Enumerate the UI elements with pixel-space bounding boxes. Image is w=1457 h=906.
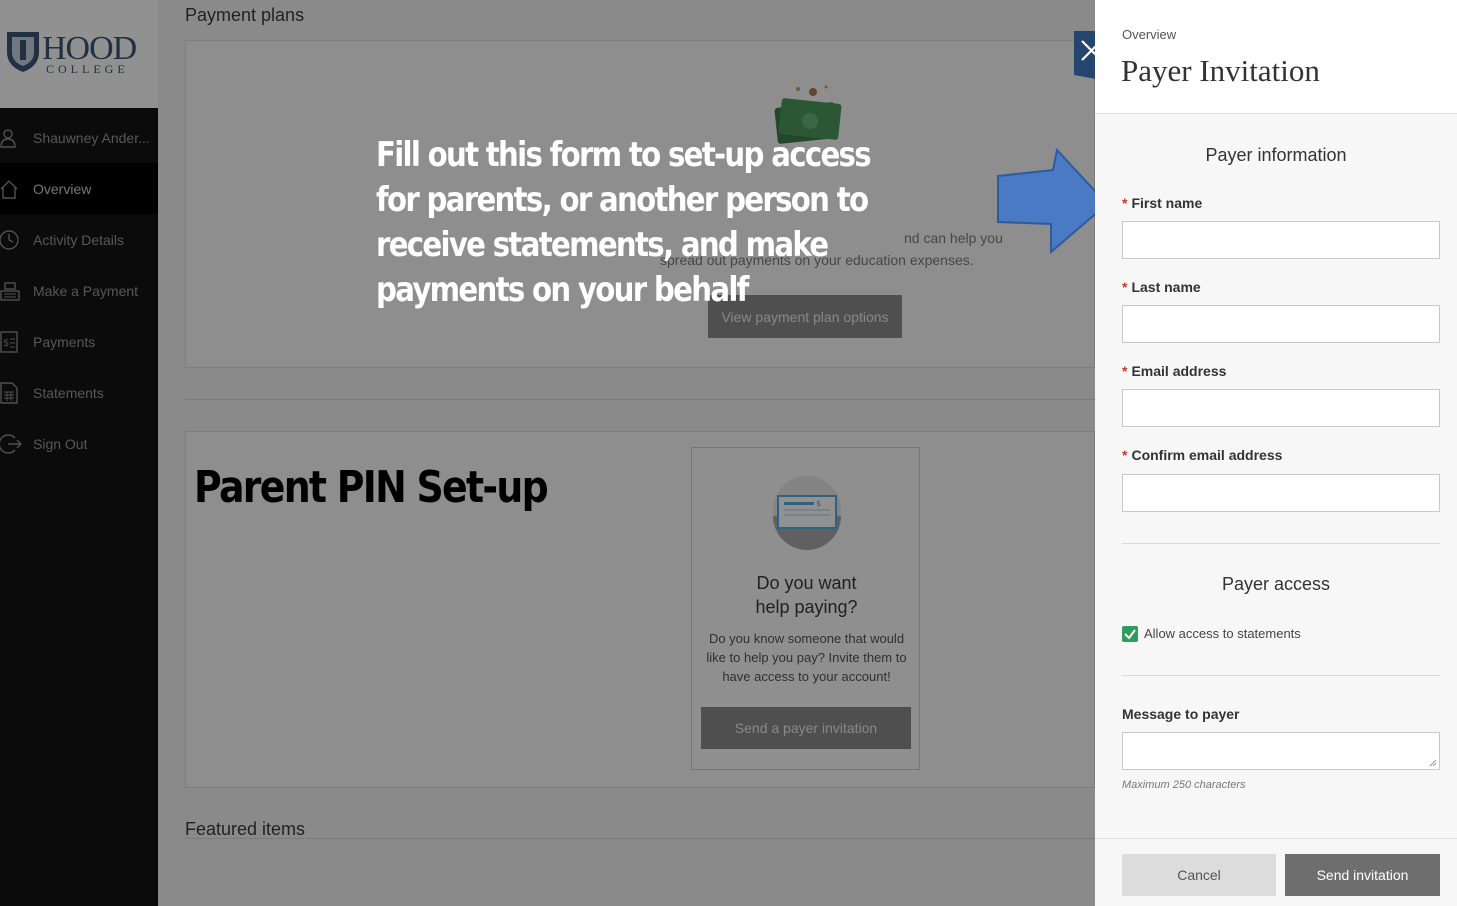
first-name-label: * First name: [1122, 195, 1202, 211]
first-name-field[interactable]: [1122, 221, 1440, 259]
first-name-label-text: First name: [1131, 195, 1203, 211]
resize-handle-icon[interactable]: [1429, 759, 1437, 767]
confirm-email-field[interactable]: [1122, 474, 1440, 512]
last-name-label: * Last name: [1122, 279, 1201, 295]
required-mark: *: [1122, 363, 1128, 379]
page-title: Payer Invitation: [1121, 53, 1320, 88]
breadcrumb[interactable]: Overview: [1122, 27, 1176, 42]
panel-header: Overview Payer Invitation: [1095, 0, 1457, 114]
required-mark: *: [1122, 195, 1128, 211]
email-field[interactable]: [1122, 389, 1440, 427]
message-textarea[interactable]: [1122, 732, 1440, 770]
send-invitation-button[interactable]: Send invitation: [1285, 854, 1440, 896]
last-name-field[interactable]: [1122, 305, 1440, 343]
last-name-label-text: Last name: [1131, 279, 1201, 295]
message-hint: Maximum 250 characters: [1122, 779, 1246, 791]
allow-statements-checkbox[interactable]: [1122, 626, 1138, 642]
confirm-email-label: * Confirm email address: [1122, 447, 1282, 463]
payer-access-heading: Payer access: [1221, 574, 1331, 594]
required-mark: *: [1122, 447, 1128, 463]
message-label: Message to payer: [1122, 706, 1240, 722]
arrow-right-icon: [997, 148, 1109, 254]
checkmark-icon: [1124, 629, 1136, 640]
required-mark: *: [1122, 279, 1128, 295]
payer-invitation-panel: Overview Payer Invitation Payer informat…: [1095, 0, 1457, 906]
parent-pin-annotation: Parent PIN Set-up: [194, 462, 549, 513]
payer-information-heading: Payer information: [1205, 145, 1347, 165]
email-label: * Email address: [1122, 363, 1226, 379]
confirm-email-label-text: Confirm email address: [1131, 447, 1283, 463]
allow-statements-label[interactable]: Allow access to statements: [1144, 626, 1301, 641]
instruction-annotation: Fill out this form to set-up access for …: [376, 135, 872, 310]
cancel-button[interactable]: Cancel: [1122, 854, 1276, 896]
section-separator: [1122, 675, 1440, 676]
email-label-text: Email address: [1131, 363, 1227, 379]
section-separator: [1122, 543, 1440, 544]
